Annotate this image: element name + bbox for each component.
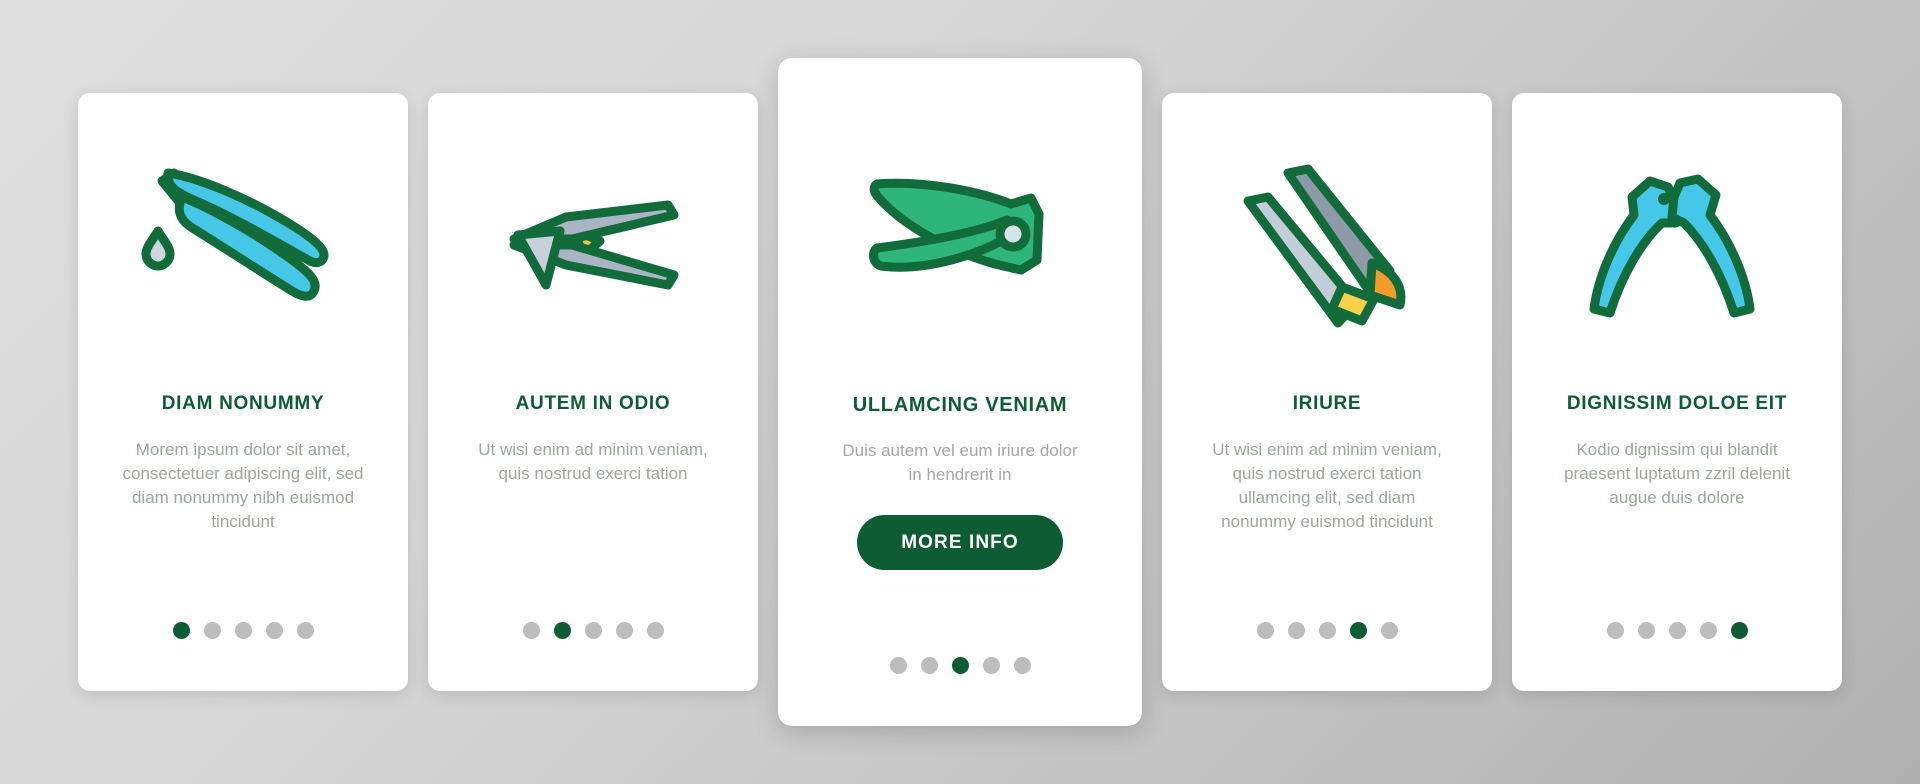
onboarding-card-2[interactable]: AUTEM IN ODIO Ut wisi enim ad minim veni…: [428, 93, 758, 691]
pagination-dot[interactable]: [1013, 657, 1031, 674]
pagination-dot[interactable]: [1287, 622, 1305, 639]
pagination-dot[interactable]: [951, 657, 969, 674]
onboarding-card-3-featured[interactable]: ULLAMCING VENIAM Duis autem vel eum iriu…: [778, 58, 1142, 726]
card-body-3: Duis autem vel eum iriure dolor in hendr…: [842, 441, 1078, 485]
pagination-dot[interactable]: [1699, 622, 1717, 639]
pagination-dot[interactable]: [1606, 622, 1624, 639]
card-title-3: ULLAMCING VENIAM: [852, 394, 1068, 416]
card-title-2: AUTEM IN ODIO: [515, 393, 671, 414]
pagination-dot[interactable]: [553, 622, 571, 639]
cards-row: DIAM NONUMMY Morem ipsum dolor sit amet,…: [0, 0, 1920, 784]
pagination-dots-1: [78, 622, 408, 639]
pagination-dot[interactable]: [1349, 622, 1367, 639]
pliers-with-drop-icon: [141, 168, 329, 301]
onboarding-card-4[interactable]: IRIURE Ut wisi enim ad minim veniam, qui…: [1162, 93, 1492, 691]
cta-wrap-3: MORE INFO: [778, 515, 1142, 571]
pagination-dot[interactable]: [920, 657, 938, 674]
pagination-dot[interactable]: [203, 622, 221, 639]
pagination-dot[interactable]: [1318, 622, 1336, 639]
more-info-button[interactable]: MORE INFO: [857, 515, 1063, 571]
pagination-dot[interactable]: [1256, 622, 1274, 639]
pruning-shears-icon: [869, 178, 1044, 274]
pagination-dot[interactable]: [615, 622, 633, 639]
icon-area-1: [78, 93, 408, 393]
pagination-dot[interactable]: [1668, 622, 1686, 639]
pagination-dot[interactable]: [234, 622, 252, 639]
tongs-tweezers-icon: [1243, 164, 1406, 328]
pagination-dot[interactable]: [889, 657, 907, 674]
pagination-dot[interactable]: [1730, 622, 1748, 639]
icon-area-4: [1162, 93, 1492, 393]
card-body-1: Morem ipsum dolor sit amet, consectetuer…: [122, 439, 364, 532]
icon-area-5: [1512, 93, 1842, 393]
pagination-dots-5: [1512, 622, 1842, 639]
icon-area-3: [778, 58, 1142, 393]
pagination-dot[interactable]: [646, 622, 664, 639]
pagination-dots-3: [778, 657, 1142, 674]
pagination-dot[interactable]: [982, 657, 1000, 674]
pagination-dot[interactable]: [522, 622, 540, 639]
pagination-dot[interactable]: [584, 622, 602, 639]
pagination-dots-4: [1162, 622, 1492, 639]
onboarding-card-1[interactable]: DIAM NONUMMY Morem ipsum dolor sit amet,…: [78, 93, 408, 691]
end-cutting-nipper-icon: [509, 200, 679, 290]
onboarding-screens-container: DIAM NONUMMY Morem ipsum dolor sit amet,…: [0, 0, 1920, 784]
pagination-dot[interactable]: [1380, 622, 1398, 639]
card-title-1: DIAM NONUMMY: [161, 393, 325, 414]
card-title-4: IRIURE: [1292, 393, 1362, 414]
card-body-2: Ut wisi enim ad minim veniam, quis nostr…: [478, 439, 708, 483]
pagination-dots-2: [428, 622, 758, 639]
pagination-dot[interactable]: [265, 622, 283, 639]
onboarding-card-5[interactable]: DIGNISSIM DOLOE EIT Kodio dignissim qui …: [1512, 93, 1842, 691]
card-body-5: Kodio dignissim qui blandit praesent lup…: [1564, 439, 1790, 508]
pagination-dot[interactable]: [296, 622, 314, 639]
pagination-dot[interactable]: [1637, 622, 1655, 639]
card-body-4: Ut wisi enim ad minim veniam, quis nostr…: [1212, 439, 1442, 532]
card-title-5: DIGNISSIM DOLOE EIT: [1566, 393, 1788, 414]
nail-nipper-pincers-icon: [1589, 174, 1755, 318]
icon-area-2: [428, 93, 758, 393]
pagination-dot[interactable]: [172, 622, 190, 639]
